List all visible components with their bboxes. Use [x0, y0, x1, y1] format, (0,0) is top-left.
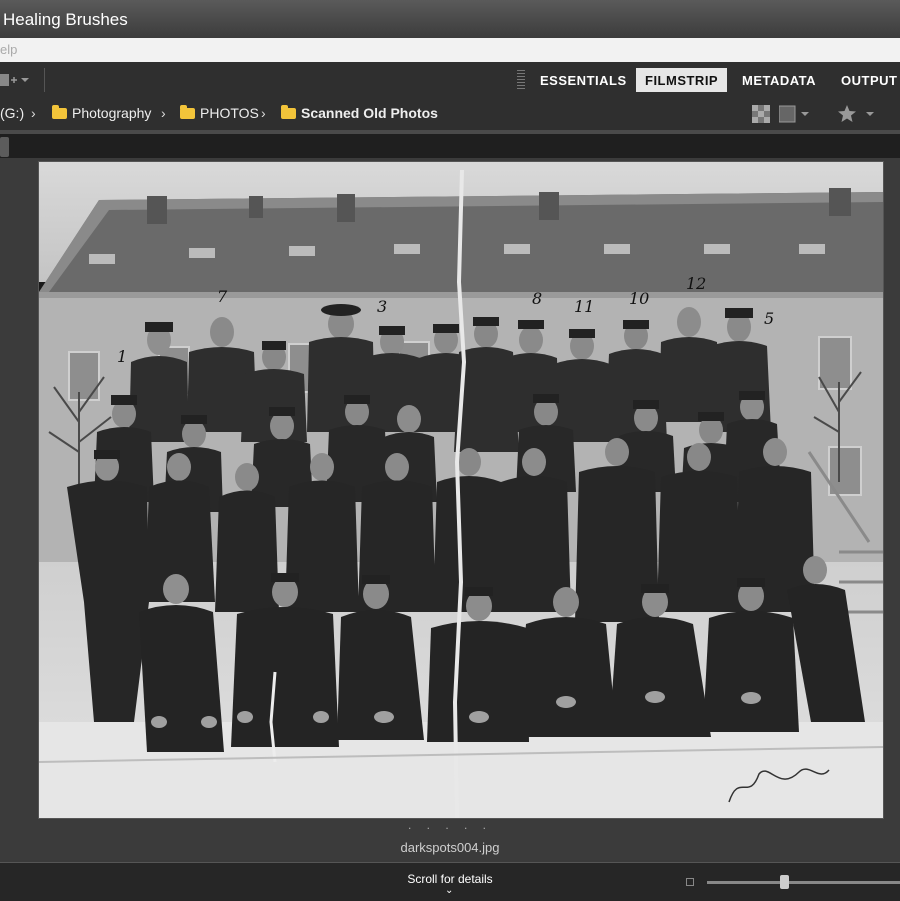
chevron-right-icon[interactable]: ›	[31, 105, 36, 121]
workspace-metadata-tab[interactable]: METADATA	[733, 68, 825, 92]
folder-icon	[180, 104, 195, 119]
breadcrumb-label: Photography	[72, 105, 152, 121]
window-title-bar: Healing Brushes	[0, 0, 900, 39]
breadcrumb-drive[interactable]: (G:)	[0, 105, 24, 121]
chevron-down-icon[interactable]: ⌄	[445, 885, 453, 896]
filmstrip-scrollbar[interactable]	[0, 134, 900, 158]
window-title: Healing Brushes	[3, 10, 128, 29]
path-bar: (G:) › Photography › PHOTOS › Scanned Ol…	[0, 98, 900, 130]
scrollbar-thumb[interactable]	[0, 137, 9, 157]
zoom-slider-knob[interactable]	[780, 875, 790, 889]
checker-view-icon[interactable]	[752, 105, 770, 123]
breadcrumb-label: Scanned Old Photos	[301, 105, 438, 121]
breadcrumb-item-photos[interactable]: PHOTOS	[180, 104, 259, 121]
breadcrumb-drive-label: (G:)	[0, 105, 25, 121]
pagination-dots[interactable]: . . . . .	[0, 818, 900, 832]
status-bar: Scroll for details ⌄	[0, 862, 900, 901]
preview-filename: darkspots004.jpg	[400, 840, 500, 855]
old-group-photo-image: 1 7 3 8 11 10 12 5	[39, 162, 883, 818]
thumbnail-size-small-icon[interactable]	[686, 878, 694, 886]
menu-item-help[interactable]: elp	[0, 42, 17, 57]
svg-text:7: 7	[217, 287, 228, 306]
toolbar: ESSENTIALS FILMSTRIP METADATA OUTPUT	[0, 62, 900, 98]
folder-icon	[281, 104, 296, 119]
star-filter-icon[interactable]	[838, 104, 878, 124]
breadcrumb-item-photography[interactable]: Photography	[52, 104, 152, 121]
photo-preview[interactable]: 1 7 3 8 11 10 12 5	[38, 161, 884, 819]
thumbnail-zoom-slider[interactable]	[707, 881, 900, 884]
svg-text:5: 5	[764, 309, 774, 328]
workspace-output-tab[interactable]: OUTPUT	[832, 68, 900, 92]
workspace-filmstrip-tab[interactable]: FILMSTRIP	[636, 68, 728, 92]
folder-icon	[52, 104, 67, 119]
get-photos-button[interactable]	[0, 69, 36, 91]
svg-text:11: 11	[574, 297, 594, 316]
svg-text:3: 3	[377, 297, 387, 316]
breadcrumb-label: PHOTOS	[200, 105, 259, 121]
svg-text:12: 12	[686, 274, 706, 293]
svg-text:1: 1	[117, 347, 127, 366]
camera-dropdown-icon	[0, 74, 29, 86]
workspace-essentials-tab[interactable]: ESSENTIALS	[531, 68, 636, 92]
menu-bar: elp	[0, 38, 900, 63]
chevron-right-icon[interactable]: ›	[161, 105, 166, 121]
view-options-dropdown-icon[interactable]	[779, 105, 813, 123]
breadcrumb-item-scanned-old-photos[interactable]: Scanned Old Photos	[281, 104, 438, 121]
workspace-grip-handle[interactable]	[517, 70, 525, 90]
svg-text:10: 10	[629, 289, 649, 308]
toolbar-divider	[44, 68, 45, 92]
chevron-right-icon[interactable]: ›	[261, 105, 266, 121]
svg-text:8: 8	[532, 289, 542, 308]
